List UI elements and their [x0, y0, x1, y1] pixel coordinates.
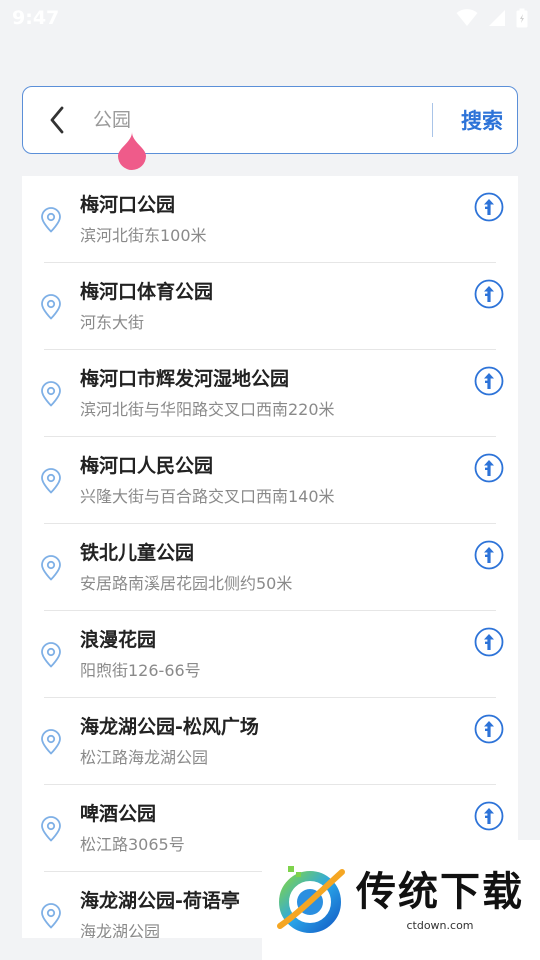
watermark-title: 传统下载 [356, 868, 524, 915]
place-name: 铁北儿童公园 [80, 542, 195, 564]
status-time: 9:47 [12, 7, 60, 29]
place-name: 梅河口公园 [80, 194, 176, 216]
location-pin-icon [41, 293, 61, 319]
ctdown-logo-icon [277, 866, 345, 933]
navigate-icon[interactable] [474, 366, 504, 396]
status-bar: 9:47 [0, 0, 540, 36]
place-address: 滨河北街东100米 [80, 226, 207, 245]
place-address: 阳煦街126-66号 [80, 661, 201, 680]
navigate-icon[interactable] [474, 714, 504, 744]
place-address: 松江路海龙湖公园 [80, 748, 209, 767]
wifi-icon [456, 9, 478, 26]
battery-icon [516, 8, 528, 28]
location-pin-icon [41, 380, 61, 406]
navigate-icon[interactable] [474, 627, 504, 657]
place-name: 海龙湖公园-松风广场 [80, 716, 259, 738]
back-button[interactable] [23, 86, 91, 154]
list-item[interactable]: 铁北儿童公园 安居路南溪居花园北侧约50米 [22, 524, 518, 611]
location-pin-icon [41, 467, 61, 493]
place-address: 河东大街 [80, 313, 145, 332]
place-name: 啤酒公园 [80, 803, 157, 825]
location-pin-icon [41, 902, 61, 928]
list-item[interactable]: 梅河口市辉发河湿地公园 滨河北街与华阳路交叉口西南220米 [22, 350, 518, 437]
location-pin-icon [41, 728, 61, 754]
place-name: 梅河口体育公园 [80, 281, 214, 303]
result-list: 梅河口公园 滨河北街东100米 梅河口体育公园 河东大街 梅河口市辉发河湿地公园… [22, 176, 518, 938]
location-pin-icon [41, 206, 61, 232]
navigate-icon[interactable] [474, 453, 504, 483]
list-item[interactable]: 海龙湖公园-松风广场 松江路海龙湖公园 [22, 698, 518, 785]
signal-icon [489, 10, 505, 26]
list-item[interactable]: 梅河口公园 滨河北街东100米 [22, 176, 518, 263]
watermark-url: ctdown.com [406, 918, 474, 932]
place-name: 梅河口市辉发河湿地公园 [80, 368, 290, 390]
navigate-icon[interactable] [474, 279, 504, 309]
list-item[interactable]: 浪漫花园 阳煦街126-66号 [22, 611, 518, 698]
search-bar: 搜索 [22, 86, 518, 154]
search-button[interactable]: 搜索 [461, 105, 503, 135]
location-pin-icon [41, 641, 61, 667]
text-cursor-handle[interactable] [116, 132, 148, 170]
location-pin-icon [41, 554, 61, 580]
location-pin-icon [41, 815, 61, 841]
place-address: 滨河北街与华阳路交叉口西南220米 [80, 400, 335, 419]
chevron-left-icon [50, 106, 64, 134]
watermark: 传统下载 ctdown.com [262, 840, 540, 960]
list-item[interactable]: 梅河口人民公园 兴隆大街与百合路交叉口西南140米 [22, 437, 518, 524]
place-address: 安居路南溪居花园北侧约50米 [80, 574, 293, 593]
search-divider [431, 103, 433, 137]
list-item[interactable]: 梅河口体育公园 河东大街 [22, 263, 518, 350]
place-address: 兴隆大街与百合路交叉口西南140米 [80, 487, 335, 506]
place-name: 梅河口人民公园 [80, 455, 214, 477]
navigate-icon[interactable] [474, 192, 504, 222]
place-name: 浪漫花园 [80, 629, 157, 651]
navigate-icon[interactable] [474, 540, 504, 570]
navigate-icon[interactable] [474, 801, 504, 831]
